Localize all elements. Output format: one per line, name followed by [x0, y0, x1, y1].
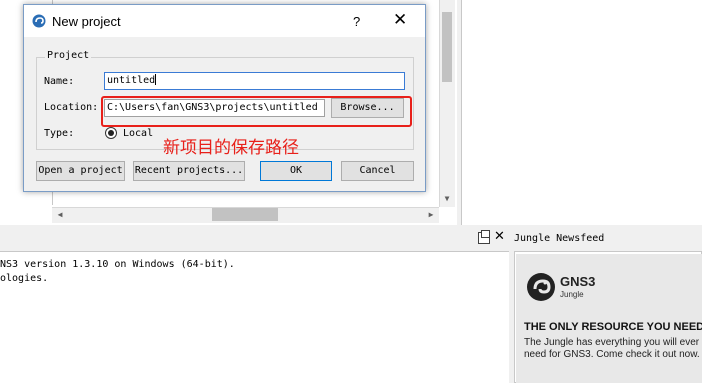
close-icon[interactable]: ✕ — [393, 10, 407, 30]
name-value: untitled — [107, 75, 156, 86]
console-line: ologies. — [0, 273, 49, 284]
gns3-logo-icon — [527, 273, 555, 301]
ad-headline: THE ONLY RESOURCE YOU NEED — [524, 321, 702, 333]
gns3-brand: GNS3 — [560, 274, 596, 289]
vertical-scrollbar-thumb[interactable] — [442, 12, 452, 82]
console-line: NS3 version 1.3.10 on Windows (64-bit). — [0, 259, 235, 270]
scroll-right-arrow-icon[interactable]: ▶ — [425, 208, 437, 221]
gns3-app-icon — [32, 14, 46, 28]
project-group-label: Project — [45, 50, 92, 61]
restore-icon[interactable] — [478, 230, 490, 244]
console-close-icon[interactable]: ✕ — [494, 230, 505, 244]
right-pane — [461, 0, 702, 225]
newsfeed-title: Jungle Newsfeed — [514, 233, 605, 244]
text-caret — [155, 74, 157, 85]
local-radio-label[interactable]: Local — [123, 128, 153, 139]
scroll-left-arrow-icon[interactable]: ◀ — [54, 208, 66, 221]
location-label: Location: — [44, 102, 99, 113]
open-project-button[interactable]: Open a project — [36, 161, 125, 181]
ad-body: The Jungle has everything you will ever … — [524, 337, 700, 360]
name-label: Name: — [44, 76, 75, 87]
console-output[interactable]: NS3 version 1.3.10 on Windows (64-bit). … — [0, 251, 509, 383]
annotation-text: 新项目的保存路径 — [163, 138, 299, 158]
type-label: Type: — [44, 128, 75, 139]
console-header — [0, 229, 509, 249]
gns3-brand-sub: Jungle — [560, 290, 584, 299]
radio-selected-icon[interactable] — [105, 127, 117, 139]
ok-button[interactable]: OK — [260, 161, 332, 181]
annotation-highlight-box — [101, 96, 412, 127]
horizontal-scrollbar-thumb[interactable] — [212, 208, 278, 221]
help-icon[interactable]: ? — [353, 14, 360, 29]
name-input[interactable]: untitled — [104, 72, 405, 90]
recent-projects-button[interactable]: Recent projects... — [133, 161, 245, 181]
cancel-button[interactable]: Cancel — [341, 161, 414, 181]
dialog-title: New project — [52, 14, 121, 29]
scroll-down-arrow-icon[interactable]: ▼ — [441, 193, 453, 205]
